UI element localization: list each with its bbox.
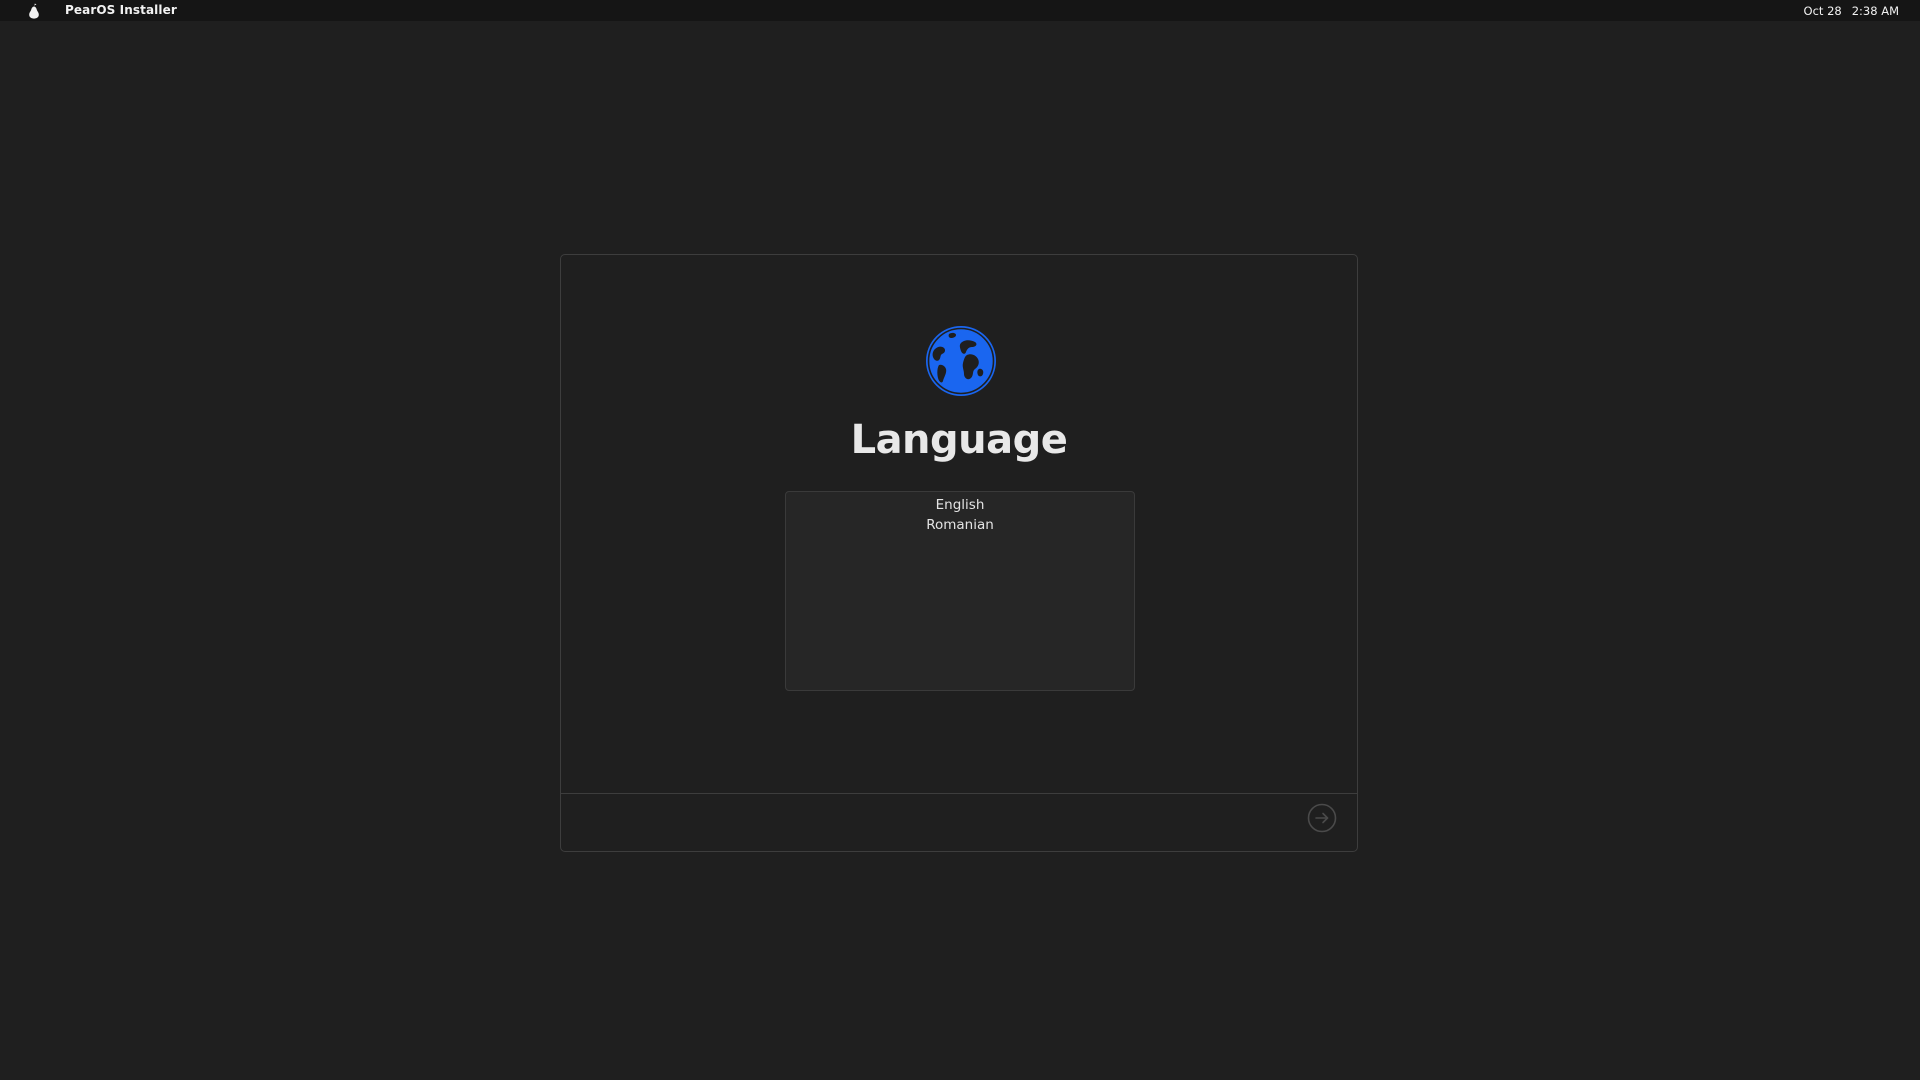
installer-footer <box>561 793 1357 851</box>
language-list[interactable]: English Romanian <box>785 491 1135 691</box>
clock[interactable]: Oct 28 2:38 AM <box>1804 4 1899 18</box>
clock-time: 2:38 AM <box>1851 4 1899 18</box>
menu-bar: PearOS Installer Oct 28 2:38 AM <box>0 0 1920 21</box>
globe-icon <box>925 325 997 397</box>
language-option-romanian[interactable]: Romanian <box>786 515 1134 535</box>
arrow-right-circle-icon <box>1307 803 1337 836</box>
clock-date: Oct 28 <box>1803 4 1842 18</box>
installer-window: Language English Romanian <box>560 254 1358 852</box>
language-option-english[interactable]: English <box>786 495 1134 515</box>
app-name[interactable]: PearOS Installer <box>65 3 177 17</box>
next-button[interactable] <box>1307 803 1337 833</box>
pear-logo-icon[interactable] <box>27 3 41 19</box>
installer-content: Language English Romanian <box>561 255 1357 793</box>
page-title: Language <box>850 417 1068 463</box>
